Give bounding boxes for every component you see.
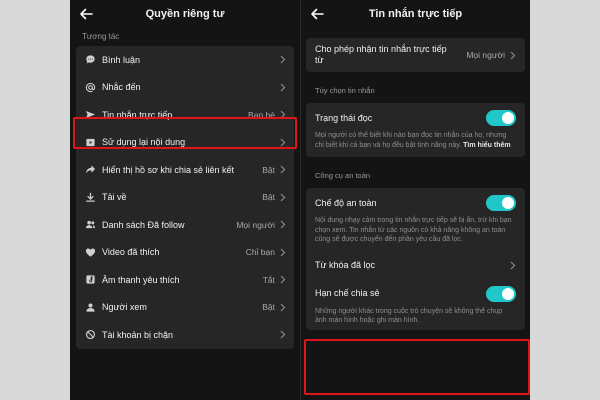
learn-more-link[interactable]: Tìm hiểu thêm xyxy=(463,142,510,149)
setting-label: Người xem xyxy=(102,302,147,313)
video-reuse-icon xyxy=(84,136,96,148)
chevron-right-icon xyxy=(280,220,286,229)
setting-label: Danh sách Đã follow xyxy=(102,219,185,230)
safe-mode-toggle[interactable] xyxy=(486,195,516,211)
toggle-knob xyxy=(502,287,514,300)
privacy-settings-list: Bình luận Nhắc đến Tin nhắn trực tiếp Bạ… xyxy=(76,46,294,349)
restrict-sharing-row: Hạn chế chia sẻ Những người khác trong c… xyxy=(315,285,516,326)
privacy-panel: Quyền riêng tư Tương tác Bình luận Nhắc … xyxy=(70,0,300,400)
allow-messages-row[interactable]: Cho phép nhận tin nhắn trực tiếp từ Mọi … xyxy=(306,38,525,72)
chevron-right-icon xyxy=(280,193,286,202)
chevron-right-icon xyxy=(280,55,286,64)
setting-label: Âm thanh yêu thích xyxy=(102,274,180,285)
setting-label: Tài khoản bị chặn xyxy=(102,329,174,340)
section-label-interaction: Tương tác xyxy=(82,32,120,41)
chevron-right-icon xyxy=(510,261,516,270)
setting-label: Nhắc đến xyxy=(102,82,141,93)
setting-value: Bạn bè xyxy=(248,109,275,120)
toggle-knob xyxy=(502,197,514,209)
setting-row-direct-messages[interactable]: Tin nhắn trực tiếp Bạn bè xyxy=(76,101,294,129)
restrict-sharing-title: Hạn chế chia sẻ xyxy=(315,288,380,298)
setting-row-blocked-accounts[interactable]: Tài khoản bị chặn xyxy=(76,321,294,349)
setting-label: Sử dụng lại nội dung xyxy=(102,137,186,148)
setting-row-viewers[interactable]: Người xem Bật xyxy=(76,294,294,322)
send-icon xyxy=(84,109,96,121)
setting-label: Hiển thị hồ sơ khi chia sẻ liên kết xyxy=(102,164,234,175)
setting-row-download[interactable]: Tải về Bật xyxy=(76,184,294,212)
restrict-sharing-toggle[interactable] xyxy=(486,285,516,302)
read-status-desc: Mọi người có thể biết khi nào bạn đọc ti… xyxy=(315,131,516,150)
setting-value: Tắt xyxy=(262,274,275,285)
comment-icon xyxy=(84,54,96,66)
setting-value: Bật xyxy=(262,192,275,203)
setting-row-favorite-sounds[interactable]: Âm thanh yêu thích Tắt xyxy=(76,266,294,294)
page-title: Tin nhắn trực tiếp xyxy=(368,8,463,20)
heart-icon xyxy=(84,246,96,258)
chevron-right-icon xyxy=(280,303,286,312)
read-status-title: Trạng thái đọc xyxy=(315,112,373,123)
allow-messages-label: Cho phép nhận tin nhắn trực tiếp từ xyxy=(315,44,447,65)
blocked-icon xyxy=(84,329,96,341)
chevron-right-icon xyxy=(280,275,286,284)
setting-label: Bình luận xyxy=(102,54,141,65)
safe-mode-row: Chế độ an toàn xyxy=(315,195,516,211)
setting-row-liked-videos[interactable]: Video đã thích Chỉ bạn xyxy=(76,239,294,267)
allow-messages-value: Mọi người xyxy=(466,50,505,60)
chevron-right-icon xyxy=(280,110,286,119)
download-icon xyxy=(84,191,96,203)
setting-value: Bật xyxy=(262,164,275,175)
share-icon xyxy=(84,164,96,176)
privacy-header: Quyền riêng tư xyxy=(70,0,300,28)
at-sign-icon xyxy=(84,81,96,93)
setting-row-mentions[interactable]: Nhắc đến xyxy=(76,74,294,102)
setting-row-reuse-content[interactable]: Sử dụng lại nội dung xyxy=(76,129,294,157)
chevron-right-icon xyxy=(280,83,286,92)
setting-row-profile-on-share[interactable]: Hiển thị hồ sơ khi chia sẻ liên kết Bật xyxy=(76,156,294,184)
setting-value: Chỉ bạn xyxy=(245,247,275,258)
chevron-right-icon xyxy=(280,330,286,339)
setting-label: Tải về xyxy=(102,192,127,203)
keyword-filter-title: Từ khóa đã lọc xyxy=(315,260,376,270)
dm-header: Tin nhắn trực tiếp xyxy=(301,0,530,28)
music-icon xyxy=(84,274,96,286)
chevron-right-icon xyxy=(510,51,516,60)
section-label-message-options: Tùy chọn tin nhắn xyxy=(315,86,375,95)
setting-row-comments[interactable]: Bình luận xyxy=(76,46,294,74)
back-arrow-icon[interactable] xyxy=(79,7,93,21)
keyword-filter-row[interactable]: Từ khóa đã lọc xyxy=(315,257,516,275)
toggle-knob xyxy=(502,112,514,124)
setting-value: Mọi người xyxy=(236,219,275,230)
setting-label: Tin nhắn trực tiếp xyxy=(102,109,173,120)
restrict-sharing-desc: Những người khác trong cuộc trò chuyện s… xyxy=(315,307,503,325)
read-status-card: Trạng thái đọc Mọi người có thể biết khi… xyxy=(306,103,525,157)
highlight-box-restrict-sharing xyxy=(304,339,530,395)
setting-value: Bật xyxy=(262,302,275,313)
page-title: Quyền riêng tư xyxy=(145,8,225,20)
direct-messages-panel: Tin nhắn trực tiếp Cho phép nhận tin nhắ… xyxy=(300,0,530,400)
chevron-right-icon xyxy=(280,138,286,147)
section-label-safety-tools: Công cụ an toàn xyxy=(315,171,371,180)
setting-label: Video đã thích xyxy=(102,247,160,258)
viewers-icon xyxy=(84,301,96,313)
safe-mode-title: Chế độ an toàn xyxy=(315,197,377,208)
people-icon xyxy=(84,219,96,231)
safety-tools-card: Chế độ an toàn Nội dung nhạy cảm trong t… xyxy=(306,188,525,330)
read-status-toggle[interactable] xyxy=(486,110,516,126)
setting-row-following-list[interactable]: Danh sách Đã follow Mọi người xyxy=(76,211,294,239)
chevron-right-icon xyxy=(280,248,286,257)
back-arrow-icon[interactable] xyxy=(310,7,324,21)
safe-mode-desc: Nội dung nhạy cảm trong tin nhắn trực ti… xyxy=(315,217,512,243)
chevron-right-icon xyxy=(280,165,286,174)
